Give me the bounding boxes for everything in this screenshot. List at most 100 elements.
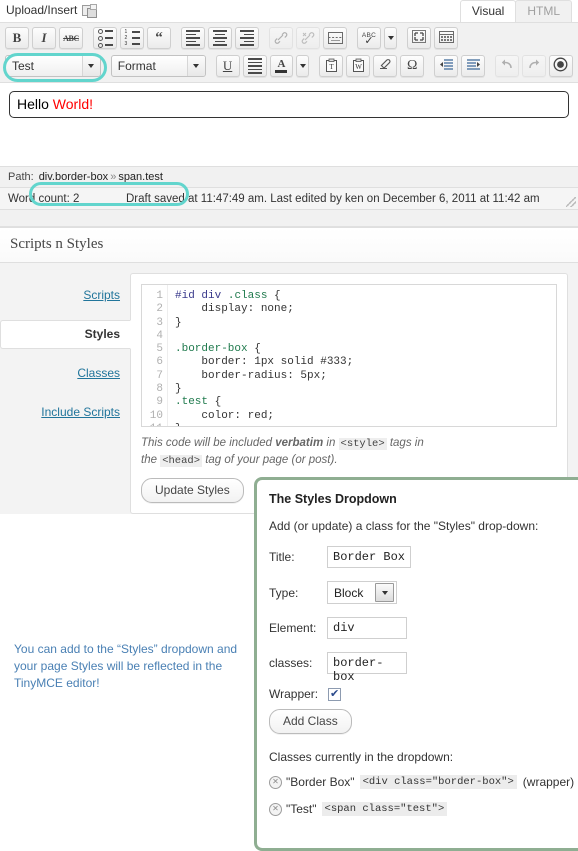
help-button[interactable] (549, 55, 573, 77)
editor-status-bar: Word count: 2 Draft saved at 11:47:49 am… (0, 188, 578, 210)
border-box-div: Hello World! (9, 91, 569, 118)
path-label: Path: (8, 171, 34, 183)
tab-classes[interactable]: Classes (0, 359, 130, 388)
align-left-button[interactable] (181, 27, 205, 49)
insert-more-tag-button[interactable] (323, 27, 347, 49)
save-status: Draft saved at 11:47:49 am. Last edited … (126, 192, 540, 205)
wrapper-field-row: Wrapper: ✔ (269, 687, 564, 701)
insert-custom-character-button[interactable]: Ω (400, 55, 425, 77)
paste-from-word-button[interactable]: W (346, 55, 371, 77)
tab-styles[interactable]: Styles (0, 320, 131, 349)
content-text-plain: Hello (17, 96, 53, 112)
svg-text:W: W (355, 63, 362, 71)
check-icon: ✔ (330, 688, 340, 700)
outdent-button[interactable] (434, 55, 459, 77)
add-class-button[interactable]: Add Class (269, 709, 352, 734)
align-center-button[interactable] (208, 27, 232, 49)
format-dropdown-value: Format (117, 59, 156, 73)
chevron-down-icon (387, 36, 394, 40)
path-part-span[interactable]: span.test (118, 171, 163, 183)
wrapper-checkbox[interactable]: ✔ (328, 687, 342, 701)
quote-icon: “ (155, 30, 163, 46)
type-label: Type: (269, 585, 299, 600)
numbered-list-icon: 1 2 3 (125, 28, 140, 48)
class-item-markup: <div class="border-box"> (359, 775, 517, 789)
underline-button[interactable]: U (215, 55, 240, 77)
type-select-arrow[interactable] (375, 583, 394, 602)
redo-button[interactable] (522, 55, 547, 77)
tab-visual[interactable]: Visual (459, 0, 517, 22)
upload-insert-label: Upload/Insert (6, 3, 78, 17)
class-item-name: "Test" (286, 802, 317, 816)
resize-grip[interactable] (566, 197, 576, 207)
format-dropdown-select[interactable]: Format (110, 55, 206, 77)
redo-icon (527, 58, 541, 74)
type-field-row: Type: Block (269, 581, 564, 604)
text-color-button[interactable]: A (269, 55, 294, 77)
type-select-value: Block (334, 585, 364, 600)
delete-icon[interactable]: ✕ (269, 775, 282, 789)
delete-icon[interactable]: ✕ (269, 802, 282, 816)
note-part2: in (323, 437, 339, 449)
tab-include-scripts[interactable]: Include Scripts (0, 398, 130, 427)
metabox-title: Scripts n Styles (0, 228, 578, 263)
class-item-suffix: (wrapper) (522, 775, 575, 789)
class-list-item-border-box: ✕ "Border Box" <div class="border-box"> … (269, 775, 574, 789)
blockquote-button[interactable]: “ (147, 27, 171, 49)
scripts-n-styles-metabox: Scripts n Styles Scripts Styles Classes … (0, 227, 578, 514)
upload-insert-group[interactable]: Upload/Insert (6, 3, 98, 18)
remove-formatting-button[interactable] (373, 55, 398, 77)
text-color-dropdown-button[interactable] (296, 55, 310, 77)
tab-html[interactable]: HTML (515, 0, 572, 22)
add-media-icon[interactable] (82, 3, 98, 18)
tab-scripts[interactable]: Scripts (0, 281, 130, 310)
type-select[interactable]: Block (327, 581, 397, 604)
ordered-list-button[interactable]: 1 2 3 (120, 27, 144, 49)
indent-button[interactable] (461, 55, 486, 77)
format-dropdown-arrow[interactable] (186, 56, 205, 76)
clipboard-word-icon: W (352, 58, 365, 75)
underline-icon: U (222, 58, 233, 73)
code-text[interactable]: #id div .class { display: none;} .border… (168, 285, 556, 426)
strikethrough-button[interactable]: ABC (59, 27, 83, 49)
bold-button[interactable]: B (5, 27, 29, 49)
fullscreen-button[interactable] (407, 27, 431, 49)
styles-dropdown-arrow[interactable] (81, 56, 100, 76)
unlink-button[interactable] (296, 27, 320, 49)
toolbar-row-1: B I ABC 1 2 3 “ ABC ✓ (2, 25, 576, 51)
update-styles-button[interactable]: Update Styles (141, 478, 244, 503)
spacer-band (0, 210, 578, 227)
indent-icon (466, 58, 481, 74)
editor-mode-tabs: Visual HTML (459, 0, 572, 22)
spellcheck-button[interactable]: ABC ✓ (357, 27, 381, 49)
code-line-numbers: 1234567891011 (142, 285, 168, 426)
path-part-div[interactable]: div.border-box (39, 171, 109, 183)
class-list-title: Classes currently in the dropdown: (269, 750, 454, 764)
help-icon (553, 57, 568, 75)
title-input[interactable]: Border Box (327, 546, 411, 568)
panel-title: The Styles Dropdown (269, 492, 397, 506)
code-editor[interactable]: 1234567891011 #id div .class { display: … (141, 284, 557, 427)
classes-input[interactable]: border-box (327, 652, 407, 684)
class-list-item-test: ✕ "Test" <span class="test"> (269, 802, 564, 816)
align-right-button[interactable] (235, 27, 259, 49)
fullscreen-icon (412, 30, 426, 46)
metabox-tab-list: Scripts Styles Classes Include Scripts (0, 273, 131, 514)
element-input[interactable]: div (327, 617, 407, 639)
justify-button[interactable] (242, 55, 267, 77)
italic-button[interactable]: I (32, 27, 56, 49)
insert-link-button[interactable] (269, 27, 293, 49)
chevron-down-icon (88, 64, 95, 68)
spellcheck-dropdown-button[interactable] (384, 27, 397, 49)
paste-as-text-button[interactable]: T (319, 55, 344, 77)
path-separator: » (110, 171, 117, 183)
editor-content-area[interactable]: Hello World! (0, 83, 578, 167)
chevron-down-icon (381, 590, 388, 595)
link-icon (274, 31, 288, 45)
styles-dropdown-select[interactable]: Test (5, 55, 101, 77)
omega-icon: Ω (407, 58, 418, 73)
kitchen-sink-button[interactable] (434, 27, 458, 49)
unordered-list-button[interactable] (93, 27, 117, 49)
undo-icon (500, 58, 514, 74)
undo-button[interactable] (495, 55, 520, 77)
